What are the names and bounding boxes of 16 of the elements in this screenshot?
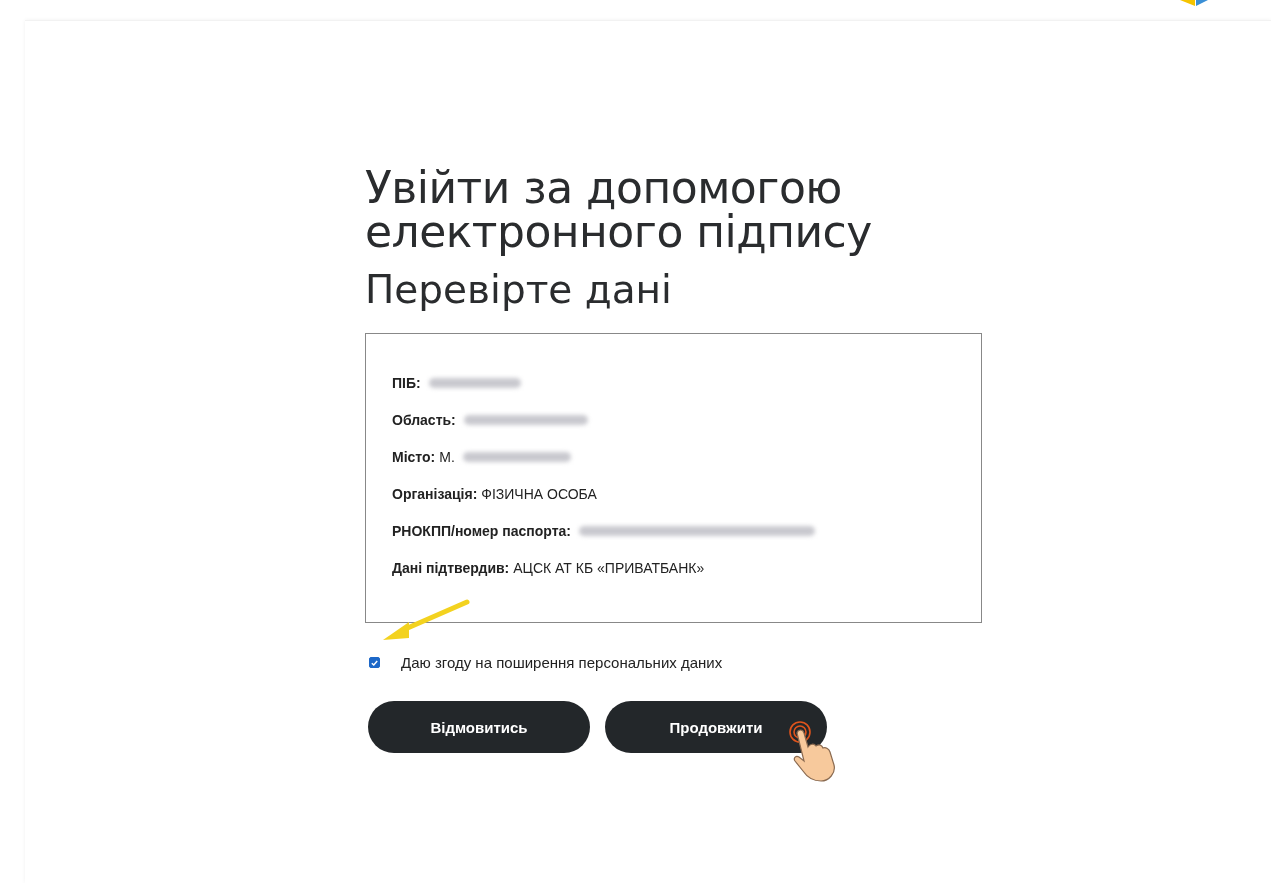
field-value: М.	[439, 448, 455, 466]
field-label: Організація:	[392, 485, 478, 503]
consent-checkbox[interactable]	[369, 657, 380, 668]
consent-label: Даю згоду на поширення персональних даних	[401, 654, 723, 671]
field-value: ФІЗИЧНА ОСОБА	[481, 485, 597, 503]
field-label: Область:	[392, 411, 456, 429]
field-label: РНОКПП/номер паспорта:	[392, 522, 571, 540]
field-label: Місто:	[392, 448, 436, 466]
page-title: Увійти за допомогою електронного підпису	[365, 166, 873, 254]
page-subtitle: Перевірте дані	[365, 266, 673, 314]
field-label: Дані підтвердив:	[392, 559, 510, 577]
field-value: АЦСК АТ КБ «ПРИВАТБАНК»	[513, 559, 705, 577]
action-button[interactable]: Відмовитись	[368, 701, 590, 753]
action-button[interactable]: Продовжити	[605, 701, 827, 753]
logo-icon	[1180, 0, 1208, 6]
field-label: ПІБ:	[392, 374, 421, 392]
